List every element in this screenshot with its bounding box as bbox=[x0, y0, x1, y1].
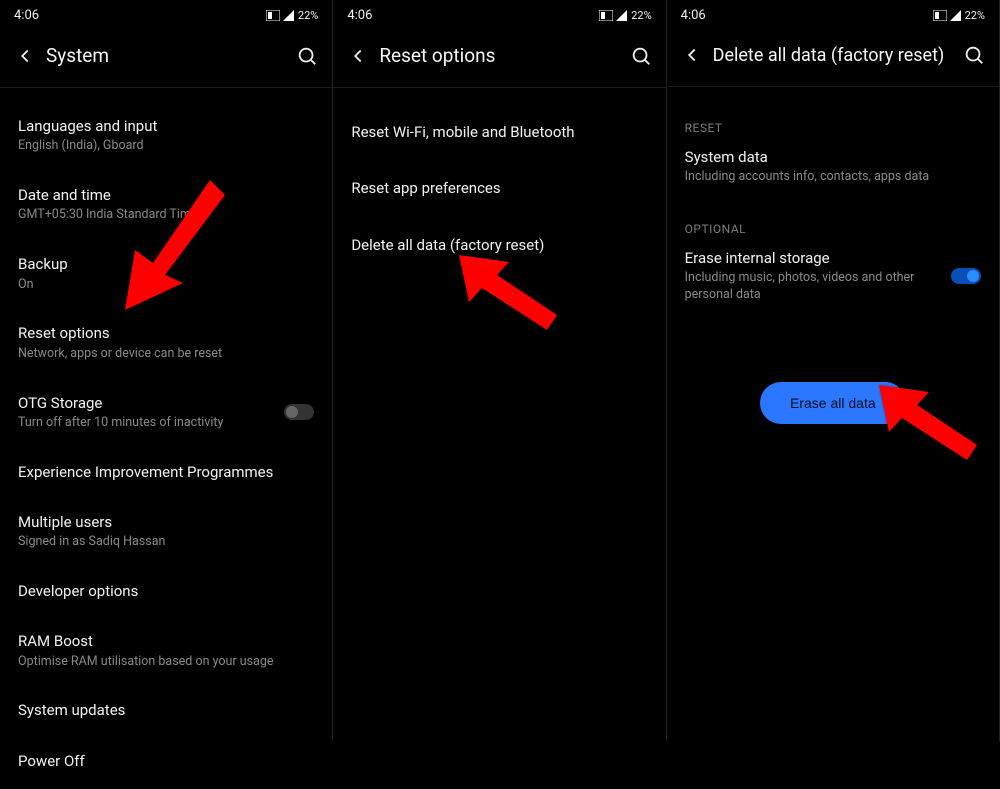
item-title: System updates bbox=[18, 700, 314, 720]
item-subtitle: Network, apps or device can be reset bbox=[18, 346, 314, 363]
search-button[interactable] bbox=[296, 45, 318, 67]
item-subtitle: On bbox=[18, 277, 314, 294]
item-title: Reset options bbox=[18, 323, 314, 343]
developer-options-item[interactable]: Developer options bbox=[18, 569, 314, 619]
status-right: 22% bbox=[933, 9, 985, 22]
status-time: 4:06 bbox=[347, 8, 372, 23]
item-title: Date and time bbox=[18, 185, 314, 205]
item-title: Reset app preferences bbox=[351, 178, 647, 198]
reset-app-prefs-item[interactable]: Reset app preferences bbox=[351, 160, 647, 216]
item-title: Erase internal storage bbox=[685, 248, 943, 268]
back-button[interactable] bbox=[14, 45, 36, 67]
settings-list: Languages and input English (India), Gbo… bbox=[0, 96, 332, 789]
item-title: Backup bbox=[18, 254, 314, 274]
divider bbox=[333, 87, 665, 88]
status-bar: 4:06 22% bbox=[667, 0, 999, 26]
battery-pct: 22% bbox=[298, 9, 318, 22]
battery-pct: 22% bbox=[965, 9, 985, 22]
item-title: Reset Wi-Fi, mobile and Bluetooth bbox=[351, 122, 647, 142]
item-title: Developer options bbox=[18, 581, 314, 601]
status-time: 4:06 bbox=[681, 8, 706, 23]
system-settings-screen: 4:06 22% System Languages and input Engl… bbox=[0, 0, 333, 741]
signal-icon bbox=[950, 10, 961, 21]
search-icon bbox=[963, 44, 985, 66]
item-title: Experience Improvement Programmes bbox=[18, 462, 314, 482]
item-subtitle: Including music, photos, videos and othe… bbox=[685, 270, 943, 304]
header: Reset options bbox=[333, 26, 665, 87]
backup-item[interactable]: Backup On bbox=[18, 242, 314, 311]
page-title: System bbox=[46, 44, 296, 67]
ram-boost-item[interactable]: RAM Boost Optimise RAM utilisation based… bbox=[18, 619, 314, 688]
system-updates-item[interactable]: System updates bbox=[18, 688, 314, 738]
power-off-item[interactable]: Power Off bbox=[18, 739, 314, 789]
item-subtitle: English (India), Gboard bbox=[18, 138, 314, 155]
back-arrow-icon bbox=[681, 44, 703, 66]
section-reset-label: RESET bbox=[685, 103, 981, 141]
otg-storage-item[interactable]: OTG Storage Turn off after 10 minutes of… bbox=[18, 381, 314, 450]
item-title: Multiple users bbox=[18, 512, 314, 532]
signal-icon bbox=[616, 10, 627, 21]
search-button[interactable] bbox=[963, 44, 985, 66]
system-data-item: System data Including accounts info, con… bbox=[685, 141, 981, 204]
multiple-users-item[interactable]: Multiple users Signed in as Sadiq Hassan bbox=[18, 500, 314, 569]
languages-item[interactable]: Languages and input English (India), Gbo… bbox=[18, 104, 314, 173]
status-icons bbox=[266, 10, 294, 21]
erase-storage-item[interactable]: Erase internal storage Including music, … bbox=[685, 242, 981, 322]
search-button[interactable] bbox=[630, 45, 652, 67]
status-right: 22% bbox=[599, 9, 651, 22]
volte-icon bbox=[599, 10, 613, 21]
otg-toggle[interactable] bbox=[284, 404, 314, 420]
volte-icon bbox=[933, 10, 947, 21]
item-subtitle: GMT+05:30 India Standard Time bbox=[18, 207, 314, 224]
volte-icon bbox=[266, 10, 280, 21]
item-title: Delete all data (factory reset) bbox=[351, 235, 647, 255]
back-arrow-icon bbox=[14, 45, 36, 67]
divider bbox=[0, 87, 332, 88]
search-icon bbox=[296, 45, 318, 67]
item-title: Languages and input bbox=[18, 116, 314, 136]
item-title: System data bbox=[685, 147, 981, 167]
reset-wifi-item[interactable]: Reset Wi-Fi, mobile and Bluetooth bbox=[351, 104, 647, 160]
status-right: 22% bbox=[266, 9, 318, 22]
back-button[interactable] bbox=[681, 44, 703, 66]
status-time: 4:06 bbox=[14, 8, 39, 23]
section-optional-label: OPTIONAL bbox=[685, 204, 981, 242]
factory-reset-content: RESET System data Including accounts inf… bbox=[667, 95, 999, 424]
page-title: Delete all data (factory reset) bbox=[713, 45, 963, 66]
divider bbox=[667, 86, 999, 87]
battery-pct: 22% bbox=[631, 9, 651, 22]
back-arrow-icon bbox=[347, 45, 369, 67]
status-icons bbox=[599, 10, 627, 21]
search-icon bbox=[630, 45, 652, 67]
reset-options-item[interactable]: Reset options Network, apps or device ca… bbox=[18, 311, 314, 380]
erase-storage-toggle[interactable] bbox=[951, 268, 981, 284]
status-bar: 4:06 22% bbox=[333, 0, 665, 26]
erase-all-data-button[interactable]: Erase all data bbox=[760, 382, 906, 424]
item-title: Power Off bbox=[18, 751, 314, 771]
item-subtitle: Optimise RAM utilisation based on your u… bbox=[18, 654, 314, 671]
item-title: OTG Storage bbox=[18, 393, 223, 413]
item-subtitle: Turn off after 10 minutes of inactivity bbox=[18, 415, 223, 432]
date-time-item[interactable]: Date and time GMT+05:30 India Standard T… bbox=[18, 173, 314, 242]
reset-options-screen: 4:06 22% Reset options Reset Wi-Fi, mobi… bbox=[333, 0, 666, 741]
page-title: Reset options bbox=[379, 44, 629, 67]
reset-list: Reset Wi-Fi, mobile and Bluetooth Reset … bbox=[333, 96, 665, 273]
status-bar: 4:06 22% bbox=[0, 0, 332, 26]
item-title: RAM Boost bbox=[18, 631, 314, 651]
factory-reset-screen: 4:06 22% Delete all data (factory reset)… bbox=[667, 0, 1000, 741]
experience-item[interactable]: Experience Improvement Programmes bbox=[18, 450, 314, 500]
header: Delete all data (factory reset) bbox=[667, 26, 999, 86]
header: System bbox=[0, 26, 332, 87]
back-button[interactable] bbox=[347, 45, 369, 67]
status-icons bbox=[933, 10, 961, 21]
signal-icon bbox=[283, 10, 294, 21]
item-subtitle: Signed in as Sadiq Hassan bbox=[18, 534, 314, 551]
delete-all-data-item[interactable]: Delete all data (factory reset) bbox=[351, 217, 647, 273]
item-subtitle: Including accounts info, contacts, apps … bbox=[685, 169, 981, 186]
